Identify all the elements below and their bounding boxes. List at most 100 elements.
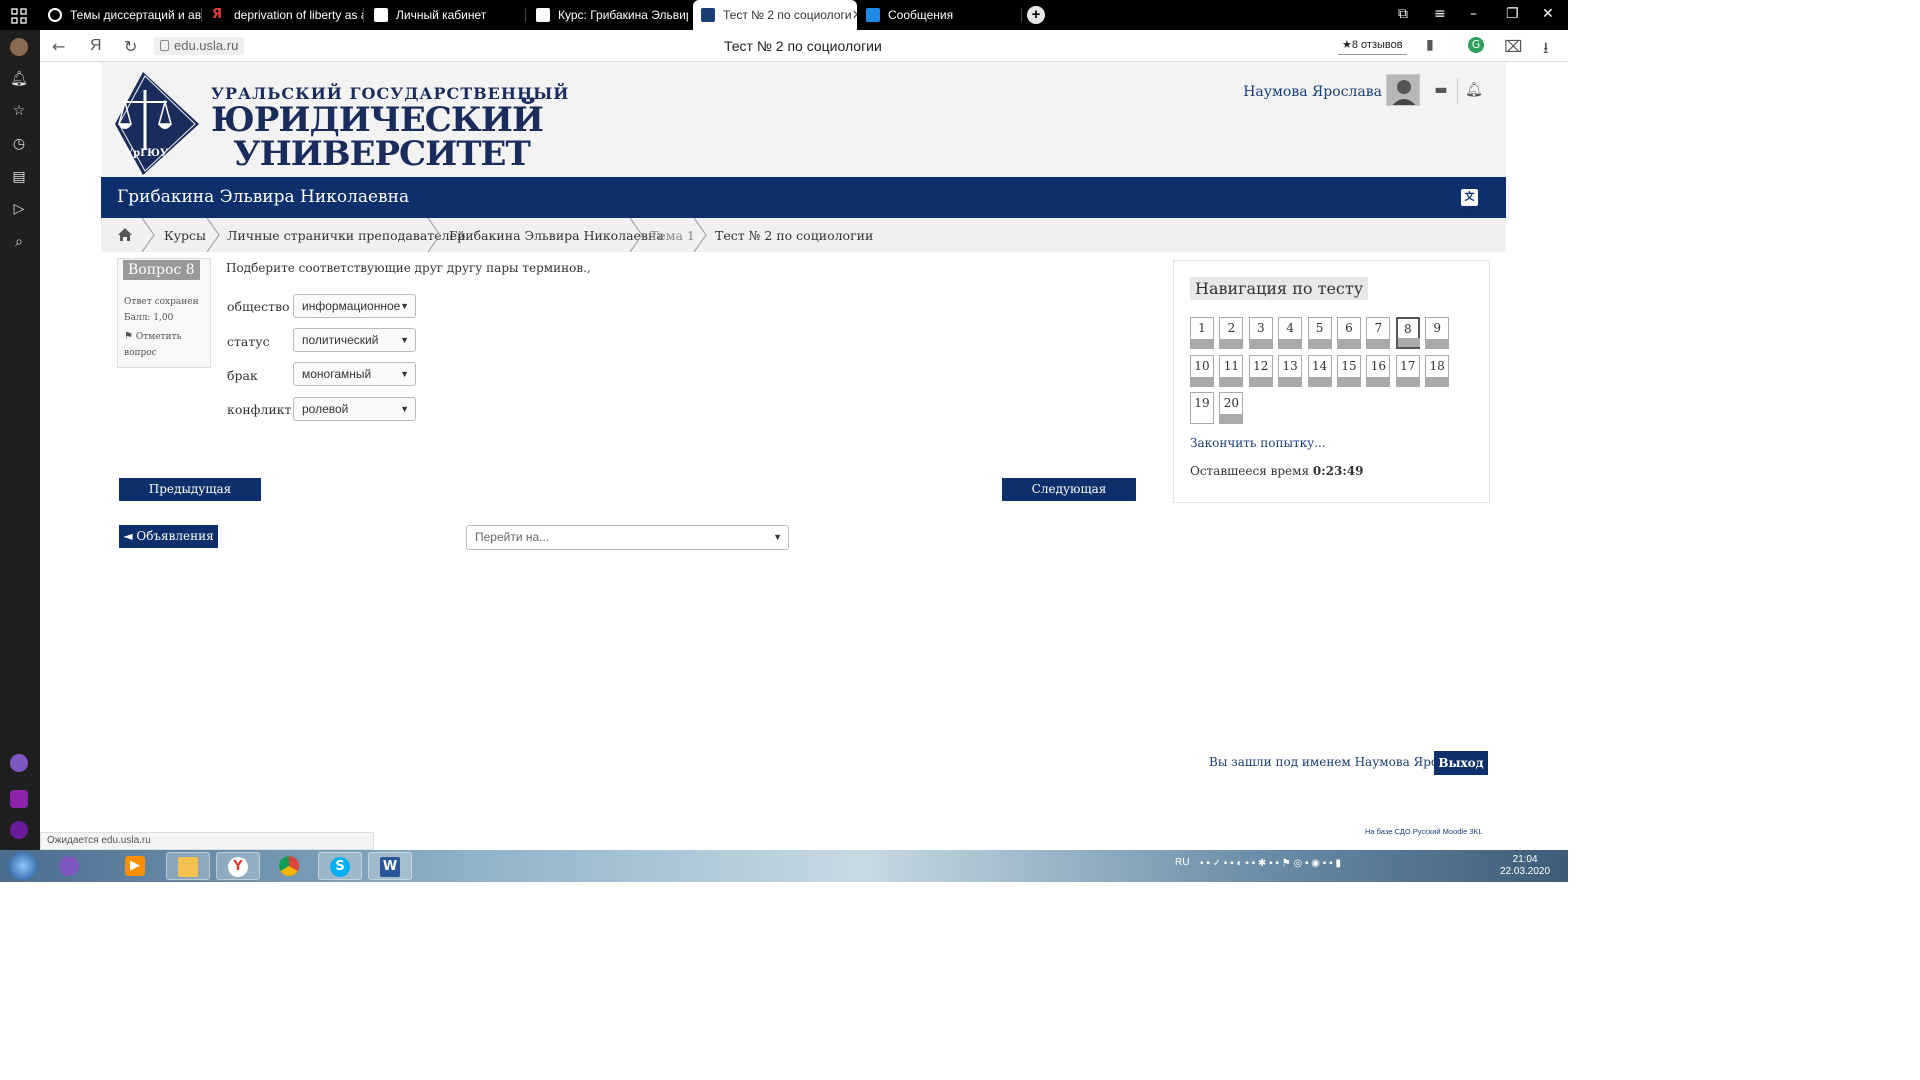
taskbar-media-player[interactable]: ▶ [114, 852, 158, 880]
flag-question-link[interactable]: ⚑ Отметить вопрос [124, 329, 204, 361]
previous-page-button[interactable]: Предыдущая страница [119, 478, 261, 519]
tab-messages[interactable]: Сообщения [858, 0, 1022, 30]
close-tab-icon[interactable]: ✕ [852, 7, 857, 23]
quiz-nav-question-1[interactable]: 1 [1190, 317, 1214, 349]
alice-app-icon[interactable] [10, 754, 28, 772]
answered-status-bar [1191, 339, 1213, 348]
quiz-nav-question-8[interactable]: 8 [1395, 317, 1420, 349]
alice-voice-icon[interactable] [10, 821, 28, 839]
taskbar-skype[interactable]: S [318, 852, 362, 880]
menu-icon[interactable]: ≡ [1434, 6, 1446, 22]
tab-yandex-search[interactable]: Я deprivation of liberty as a f [204, 0, 364, 30]
new-tab-button[interactable]: + [1027, 6, 1045, 24]
quiz-nav-question-16[interactable]: 16 [1366, 354, 1391, 387]
favorites-star-icon[interactable]: ☆ [10, 102, 28, 120]
logout-button[interactable]: Выход [1434, 751, 1488, 775]
breadcrumb-courses[interactable]: Курсы [164, 228, 206, 243]
lens-search-icon[interactable]: ⌕ [10, 233, 28, 251]
usla-favicon-icon [374, 8, 388, 22]
quiz-nav-question-9[interactable]: 9 [1425, 317, 1450, 349]
grammarly-extension-icon[interactable]: G [1468, 37, 1484, 53]
language-translate-icon[interactable]: 文A [1461, 189, 1478, 220]
quiz-navigation-block: Навигация по тесту 1 2 3 4 5 6 7 8 9 10 11 12 13 14 15… [1173, 260, 1490, 503]
apps-grid-icon[interactable] [11, 8, 27, 24]
jump-to-select[interactable]: Перейти на... ▼ [466, 525, 789, 550]
home-icon[interactable] [117, 227, 133, 242]
translate-extension-icon[interactable]: ⌧ [1504, 37, 1522, 56]
bookmark-icon[interactable]: ▮ [1426, 37, 1434, 53]
messenger-app-icon[interactable] [10, 790, 28, 808]
answered-status-bar [1191, 376, 1213, 386]
taskbar-yandex-browser[interactable]: Y [216, 852, 260, 880]
close-window-icon[interactable]: ✕ [1542, 6, 1554, 22]
tab-personal-cabinet[interactable]: Личный кабинет [366, 0, 526, 30]
user-name-link[interactable]: Наумова Ярослава [1243, 84, 1382, 100]
url-field[interactable]: edu.usla.ru [154, 37, 245, 55]
notifications-bell-icon[interactable]: 🔔︎ [1465, 82, 1483, 98]
taskbar-alice[interactable] [48, 852, 92, 880]
question-number-label: 5 [1315, 321, 1324, 335]
taskbar-word[interactable]: W [368, 852, 412, 880]
quiz-nav-question-17[interactable]: 17 [1395, 354, 1420, 387]
start-button[interactable] [8, 852, 38, 880]
notifications-bell-icon[interactable]: 🔔︎ [10, 70, 28, 88]
quiz-nav-question-15[interactable]: 15 [1337, 354, 1361, 387]
restore-icon[interactable]: ❐ [1506, 6, 1519, 22]
quiz-nav-question-20[interactable]: 20 [1219, 392, 1244, 424]
yandex-logo-icon[interactable]: Я [90, 37, 102, 55]
match-select-conflict[interactable]: ролевой ▼ [293, 397, 416, 421]
flag-icon: ⚑ [124, 331, 133, 342]
quiz-nav-question-5[interactable]: 5 [1307, 317, 1332, 349]
quiz-nav-question-13[interactable]: 13 [1278, 354, 1303, 387]
quiz-nav-question-18[interactable]: 18 [1425, 354, 1450, 387]
breadcrumb-topic[interactable]: Тема 1 [650, 228, 695, 243]
language-indicator[interactable]: RU [1175, 857, 1189, 868]
quiz-nav-question-7[interactable]: 7 [1366, 317, 1391, 349]
match-select-marriage[interactable]: моногамный ▼ [293, 362, 416, 386]
tab-course[interactable]: Курс: Грибакина Эльвира [528, 0, 688, 30]
history-clock-icon[interactable]: ◷ [10, 135, 28, 153]
quiz-nav-question-3[interactable]: 3 [1248, 317, 1273, 349]
jump-to-placeholder: Перейти на... [475, 530, 550, 544]
tray-icons[interactable]: ▪ ▪ ✓ ▪ ▪ ◐ ▪ ▪ ✱ ▪ ▪ ⚑ ◎ ▪ ◉ ▪ ▪ ▮ [1200, 858, 1341, 869]
chrome-icon [279, 856, 299, 876]
quiz-nav-question-11[interactable]: 11 [1219, 354, 1244, 387]
minimize-icon[interactable]: – [1470, 6, 1477, 22]
user-avatar[interactable] [1386, 74, 1420, 106]
answered-status-bar [1279, 339, 1302, 348]
quiz-nav-question-10[interactable]: 10 [1190, 354, 1214, 387]
back-arrow-icon[interactable]: ← [52, 37, 65, 56]
moodle-credit-link[interactable]: На базе СДО Русский Moodle 3KL [1365, 827, 1483, 836]
quiz-nav-question-19[interactable]: 19 [1190, 392, 1214, 424]
quiz-nav-question-6[interactable]: 6 [1337, 317, 1361, 349]
quiz-nav-question-12[interactable]: 12 [1248, 354, 1273, 387]
reload-icon[interactable]: ↻ [124, 37, 137, 56]
collections-icon[interactable]: ▤ [10, 168, 28, 186]
dropdown-arrow-icon: ▼ [400, 335, 409, 345]
question-text: Подберите соответствующие друг другу пар… [226, 261, 591, 275]
match-select-society[interactable]: информационное ▼ [293, 294, 416, 318]
quiz-nav-question-4[interactable]: 4 [1278, 317, 1303, 349]
video-play-icon[interactable]: ▷ [10, 200, 28, 218]
taskbar-chrome[interactable] [268, 852, 312, 880]
tab-test-active[interactable]: Тест № 2 по социологи ✕ [693, 0, 857, 30]
downloads-icon[interactable]: ⭳ [1543, 37, 1549, 64]
quiz-nav-question-14[interactable]: 14 [1307, 354, 1332, 387]
announcements-button[interactable]: ◄ Объявления [119, 525, 218, 548]
reviews-button[interactable]: ★8 отзывов [1338, 35, 1407, 55]
breadcrumb-current-test[interactable]: Тест № 2 по социологии [715, 228, 873, 243]
taskbar-explorer[interactable] [166, 852, 210, 880]
quiz-nav-question-2[interactable]: 2 [1219, 317, 1244, 349]
profile-avatar-icon[interactable] [10, 38, 28, 56]
tab-dissertations[interactable]: Темы диссертаций и авто [40, 0, 202, 30]
tab-label: Курс: Грибакина Эльвира [558, 8, 688, 22]
next-page-button[interactable]: Следующая страница [1002, 478, 1136, 519]
university-logo-icon[interactable]: УрГЮУ [115, 72, 199, 175]
finish-attempt-link[interactable]: Закончить попытку... [1190, 436, 1326, 450]
system-clock[interactable]: 21:04 22.03.2020 [1500, 854, 1550, 878]
tab-list-icon[interactable]: ⧉ [1398, 6, 1408, 22]
messages-speech-icon[interactable]: ▬ [1433, 82, 1449, 98]
breadcrumb-separator-icon [141, 218, 155, 252]
match-select-status[interactable]: политический ▼ [293, 328, 416, 352]
question-info-panel: Вопрос 8 Ответ сохранен Балл: 1,00 ⚑ Отм… [117, 258, 211, 368]
